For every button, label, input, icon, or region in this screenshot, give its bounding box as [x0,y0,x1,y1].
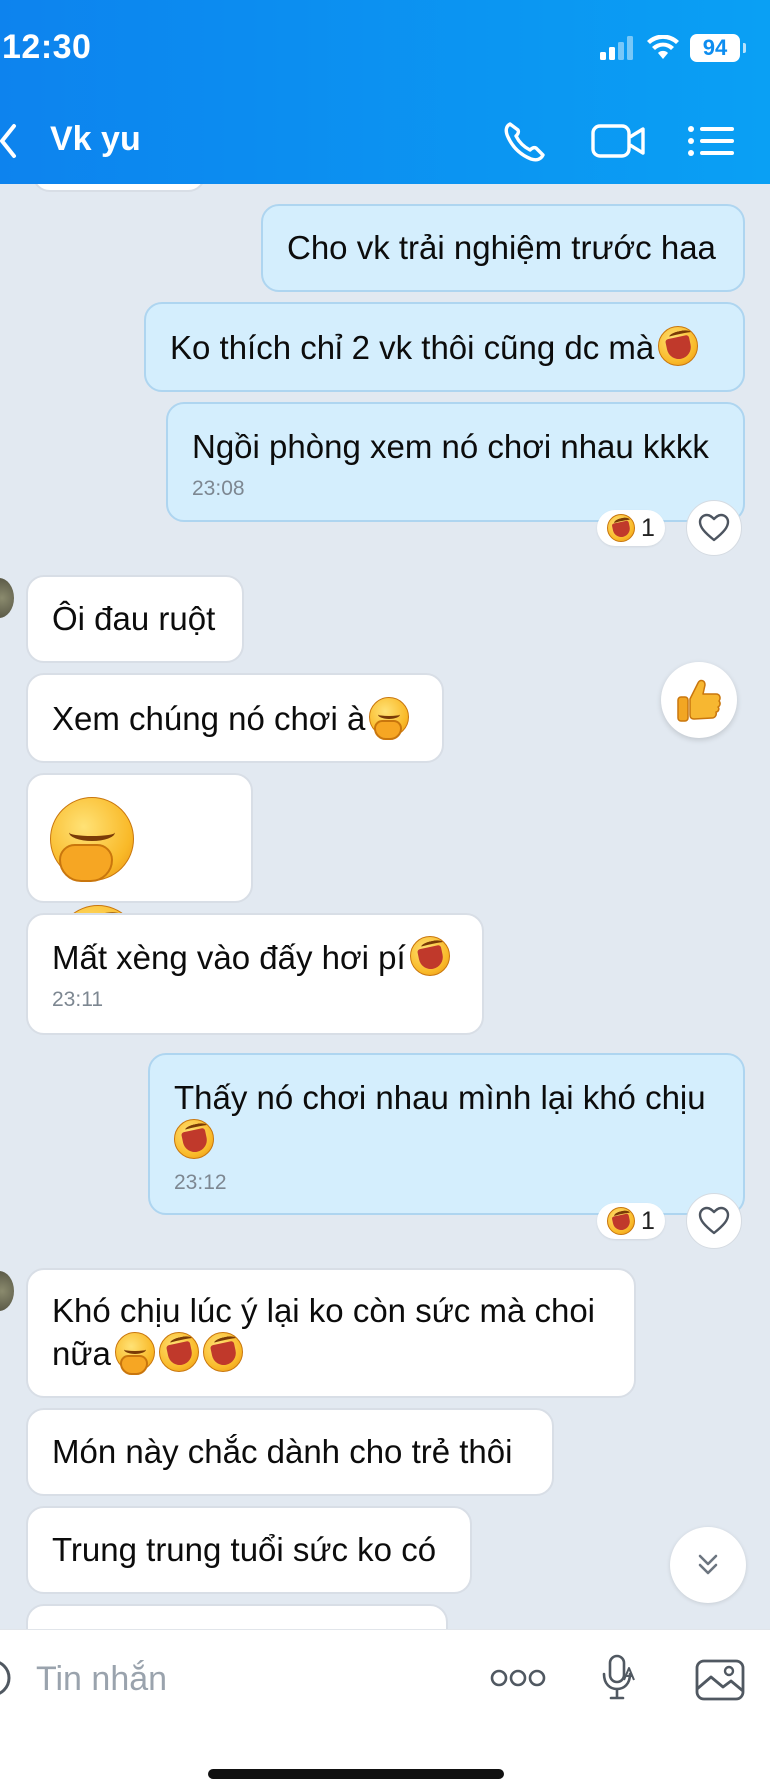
status-icons: 94 [600,33,746,63]
message-text: Trung trung tuổi sức ko có [52,1531,437,1568]
thinking-emoji-icon [369,697,410,740]
message-text-line2: nữa [52,1335,111,1372]
reaction-count: 1 [641,1206,655,1235]
status-time: 12:30 [2,28,92,66]
message-bubble-received[interactable]: Trung trung tuổi sức ko có [26,1506,472,1594]
avatar[interactable] [0,578,14,618]
message-bubble-sent[interactable]: Ngồi phòng xem nó chơi nhau kkkk 23:08 [166,402,745,522]
message-bubble-partial[interactable] [26,1604,448,1629]
scroll-to-bottom-button[interactable] [670,1527,746,1603]
message-text: Thấy nó chơi nhau mình lại khó chịu [174,1079,706,1116]
thumbs-up-react-button[interactable] [661,662,737,738]
image-gallery-icon [695,1659,745,1701]
message-text: Mất xèng vào đấy hơi pí [52,939,406,976]
reaction-count: 1 [641,513,655,542]
heart-icon [698,1206,730,1235]
chat-header: 12:30 94 Vk yu [0,0,770,184]
message-text: Món này chắc dành cho trẻ thôi [52,1433,513,1470]
heart-react-button[interactable] [686,1193,742,1249]
cellular-signal-icon [600,36,633,60]
thinking-emoji-icon [50,797,134,882]
laughing-emoji-icon [607,514,635,542]
laughing-emoji-icon [658,326,699,366]
microphone-icon [602,1654,635,1700]
wifi-icon [647,35,679,59]
heart-react-button[interactable] [686,500,742,556]
sticker-icon[interactable] [0,1656,12,1700]
message-composer [0,1629,770,1792]
laughing-emoji-icon [409,936,450,976]
message-bubble-received[interactable] [26,773,253,989]
message-bubble-received[interactable]: Món này chắc dành cho trẻ thôi [26,1408,554,1496]
back-arrow-icon[interactable] [0,122,20,160]
more-options-button[interactable] [488,1652,548,1704]
thumbs-up-icon [677,679,721,722]
message-timestamp: 23:08 [192,477,245,500]
send-image-button[interactable] [694,1652,746,1704]
message-text: Cho vk trải nghiệm trước haa [287,229,716,266]
laughing-emoji-icon [607,1207,635,1235]
message-bubble-received[interactable]: Mất xèng vào đấy hơi pí 23:11 [26,913,484,1035]
message-bubble-received[interactable]: Xem chúng nó chơi à [26,673,444,763]
message-input[interactable] [36,1654,436,1704]
message-text: Ngồi phòng xem nó chơi nhau kkkk [192,428,709,465]
message-bubble-sent[interactable]: Cho vk trải nghiệm trước haa [261,204,745,292]
laughing-emoji-icon [158,1332,199,1372]
message-bubble-sent[interactable]: Ko thích chỉ 2 vk thôi cũng dc mà [144,302,745,392]
heart-icon [698,513,730,542]
double-chevron-down-icon [698,1554,718,1575]
message-text: Ko thích chỉ 2 vk thôi cũng dc mà [170,329,655,366]
home-indicator [208,1769,504,1779]
message-timestamp: 23:12 [174,1171,227,1194]
message-bubble-received[interactable]: Khó chịu lúc ý lại ko còn sức mà choi nữ… [26,1268,636,1398]
message-timestamp: 23:11 [52,988,103,1011]
phone-call-icon[interactable] [500,118,550,164]
reaction-summary[interactable]: 1 [597,510,665,546]
battery-icon: 94 [690,34,746,62]
voice-input-button[interactable] [596,1652,640,1704]
reaction-summary[interactable]: 1 [597,1203,665,1239]
message-text: Khó chịu lúc ý lại ko còn sức mà choi [52,1292,596,1329]
message-text: Ôi đau ruột [52,600,216,637]
message-list[interactable]: Cho vk trải nghiệm trước haa Ko thích ch… [0,184,770,1629]
message-bubble-received[interactable]: Ôi đau ruột [26,575,244,663]
laughing-emoji-icon [202,1332,243,1372]
video-call-icon[interactable] [590,118,646,164]
chat-title[interactable]: Vk yu [50,120,141,159]
thinking-emoji-icon [114,1332,155,1375]
laughing-emoji-icon [174,1119,214,1159]
message-bubble-sent[interactable]: Thấy nó chơi nhau mình lại khó chịu 23:1… [148,1053,745,1215]
message-bubble-partial[interactable] [32,184,206,192]
avatar[interactable] [0,1271,14,1311]
more-dots-icon [490,1669,546,1687]
message-text: Xem chúng nó chơi à [52,700,366,737]
menu-list-icon[interactable] [686,118,736,164]
